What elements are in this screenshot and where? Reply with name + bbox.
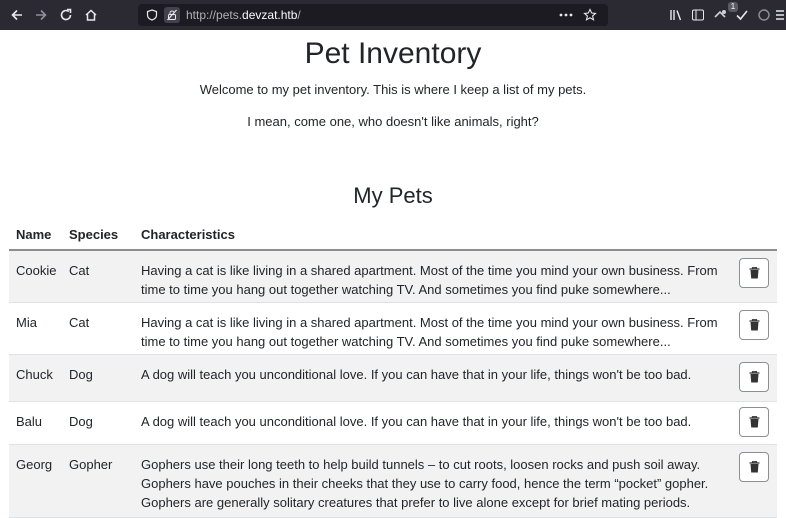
trash-icon xyxy=(749,319,759,331)
pet-species: Gopher xyxy=(69,457,113,472)
pet-name: Balu xyxy=(16,414,43,429)
page-title: Pet Inventory xyxy=(304,37,482,70)
menu-icon[interactable] xyxy=(774,7,786,23)
extension-shield-icon[interactable] xyxy=(756,7,772,23)
column-header-species: Species xyxy=(69,227,119,242)
pet-characteristics: A dog will teach you unconditional love.… xyxy=(141,367,692,382)
pet-species: Cat xyxy=(69,263,90,278)
forward-arrow-icon[interactable] xyxy=(30,0,52,30)
delete-button[interactable] xyxy=(739,452,769,482)
pet-characteristics: Having a cat is like living in a shared … xyxy=(141,263,718,297)
more-actions-icon[interactable] xyxy=(558,7,574,23)
trash-icon xyxy=(749,461,759,473)
table-header: Name Species Characteristics xyxy=(9,219,777,251)
delete-button[interactable] xyxy=(739,407,769,437)
table-row: Chuck Dog A dog will teach you unconditi… xyxy=(9,355,777,402)
table-row: Georg Gopher Gophers use their long teet… xyxy=(9,445,777,518)
url-prefix: http://pets. xyxy=(186,8,243,22)
insecure-lock-icon[interactable] xyxy=(164,7,180,23)
back-arrow-icon[interactable] xyxy=(6,0,28,30)
intro-text-secondary: I mean, come one, who doesn't like anima… xyxy=(247,114,539,129)
delete-button[interactable] xyxy=(739,310,769,340)
column-header-characteristics: Characteristics xyxy=(141,227,235,242)
sidebar-icon[interactable] xyxy=(690,7,706,23)
reload-icon[interactable] xyxy=(55,0,77,30)
pet-characteristics: Gophers use their long teeth to help bui… xyxy=(141,457,709,510)
home-icon[interactable] xyxy=(80,0,102,30)
table-row: Balu Dog A dog will teach you unconditio… xyxy=(9,402,777,445)
pet-species: Dog xyxy=(69,367,93,382)
table-row: Cookie Cat Having a cat is like living i… xyxy=(9,251,777,303)
address-bar[interactable]: http://pets.devzat.htb/ xyxy=(138,4,608,26)
trash-icon xyxy=(749,416,759,428)
url-text[interactable]: http://pets.devzat.htb/ xyxy=(186,8,301,22)
shield-icon[interactable] xyxy=(144,7,160,23)
pet-name: Georg xyxy=(16,457,53,472)
pet-name: Chuck xyxy=(16,367,53,382)
delete-button[interactable] xyxy=(739,258,769,288)
url-suffix: / xyxy=(297,8,301,22)
pet-characteristics: Having a cat is like living in a shared … xyxy=(141,315,718,349)
section-title: My Pets xyxy=(353,183,433,208)
notification-badge: 1 xyxy=(728,2,738,12)
library-icon[interactable] xyxy=(668,7,684,23)
table-row: Mia Cat Having a cat is like living in a… xyxy=(9,303,777,355)
url-domain: devzat.htb xyxy=(242,8,298,22)
bookmark-star-icon[interactable] xyxy=(582,7,598,23)
pet-name: Cookie xyxy=(16,263,57,278)
trash-icon xyxy=(749,267,759,279)
pets-table: Name Species Characteristics Cookie Cat … xyxy=(9,219,777,518)
intro-text: Welcome to my pet inventory. This is whe… xyxy=(199,82,587,97)
pet-characteristics: A dog will teach you unconditional love.… xyxy=(141,414,692,429)
browser-toolbar: http://pets.devzat.htb/ 1 xyxy=(0,0,786,30)
column-header-name: Name xyxy=(16,227,52,242)
pet-name: Mia xyxy=(16,315,37,330)
extension-icon[interactable] xyxy=(712,7,728,23)
delete-button[interactable] xyxy=(739,362,769,392)
pet-species: Cat xyxy=(69,315,90,330)
pet-species: Dog xyxy=(69,414,93,429)
trash-icon xyxy=(749,371,759,383)
